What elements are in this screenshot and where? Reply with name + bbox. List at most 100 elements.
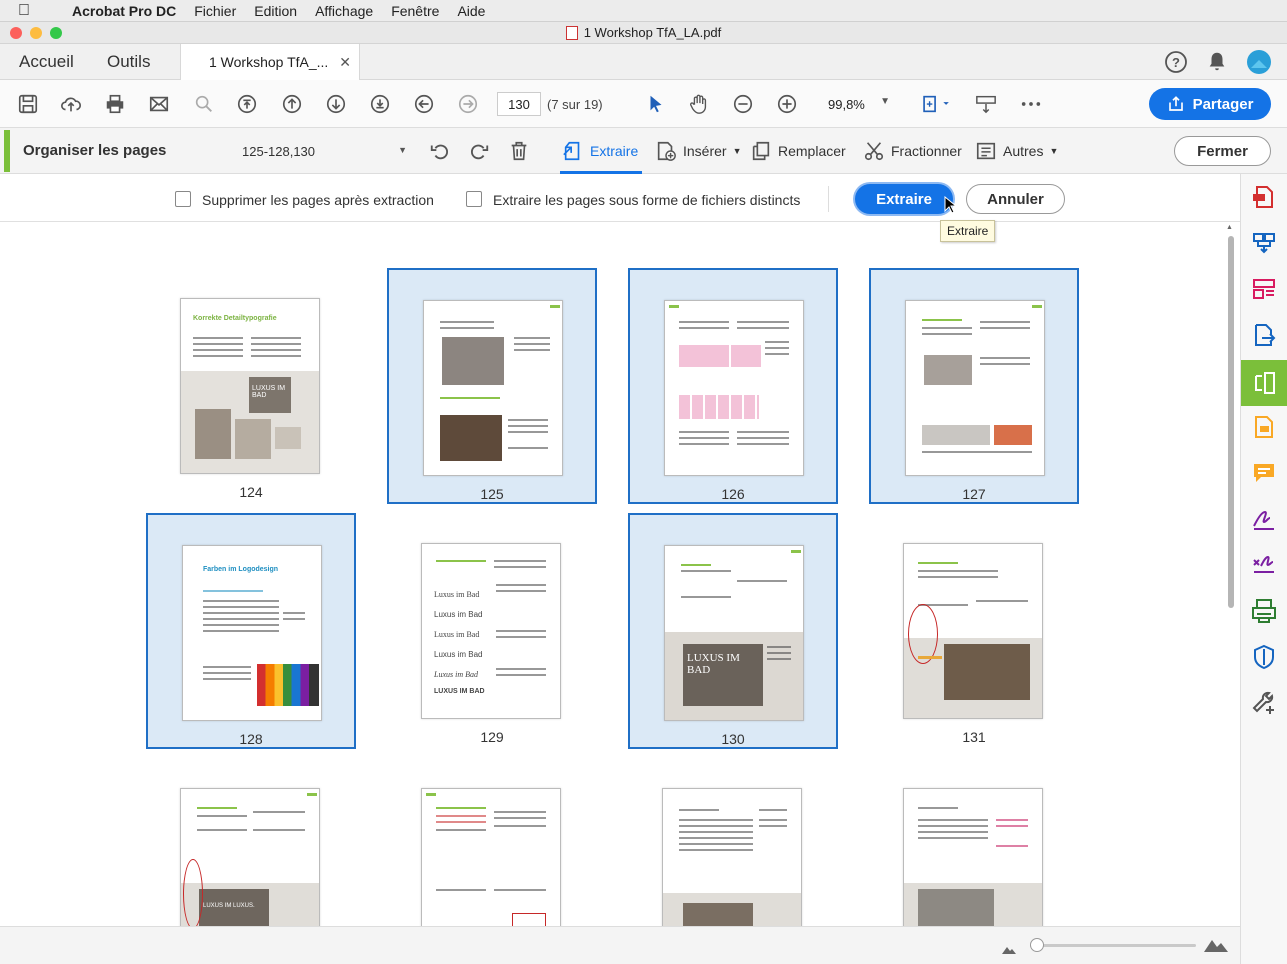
thumb-image: LUXUS IM BAD	[249, 377, 291, 413]
edit-pdf-icon[interactable]	[1251, 276, 1277, 302]
last-page-icon[interactable]	[368, 92, 392, 116]
forward-view-icon[interactable]	[456, 92, 480, 116]
back-view-icon[interactable]	[412, 92, 436, 116]
page-thumbnail[interactable]: 131	[869, 513, 1079, 749]
comment-file-icon[interactable]	[1251, 414, 1277, 440]
extract-tool-button[interactable]: Extraire	[562, 140, 638, 162]
page-preview: LUXUS IM LUXUS.	[180, 788, 320, 926]
thumbnail-size-slider[interactable]	[1030, 944, 1196, 947]
window-controls	[10, 27, 62, 39]
insert-tool-label: Insérer	[683, 143, 727, 159]
fill-sign-icon[interactable]	[1251, 506, 1277, 532]
rotate-left-icon[interactable]	[429, 140, 451, 162]
page-number-label: 126	[721, 486, 745, 502]
send-for-signature-icon[interactable]	[1251, 552, 1277, 578]
menu-app[interactable]: Acrobat Pro DC	[72, 3, 176, 19]
help-icon[interactable]: ?	[1164, 50, 1188, 74]
save-icon[interactable]	[16, 92, 40, 116]
replace-tool-button[interactable]: Remplacer	[750, 140, 846, 162]
cancel-button[interactable]: Annuler	[966, 184, 1065, 214]
more-tools-icon[interactable]	[1019, 92, 1043, 116]
page-number-input[interactable]: 130	[497, 92, 541, 116]
zoom-select[interactable]: 99,8% ▼	[818, 92, 896, 116]
scroll-up-icon[interactable]: ▲	[1226, 224, 1236, 232]
hand-tool-icon[interactable]	[687, 92, 711, 116]
extract-icon	[563, 141, 580, 161]
organize-pages-icon[interactable]	[1241, 360, 1287, 406]
upload-cloud-icon[interactable]	[59, 92, 83, 116]
scan-ocr-icon[interactable]	[1251, 598, 1277, 624]
page-thumbnail[interactable]: LUXUS IM LUXUS.	[146, 758, 356, 926]
zoom-in-icon[interactable]	[775, 92, 799, 116]
delete-page-icon[interactable]	[508, 140, 530, 162]
extract-button[interactable]: Extraire	[855, 184, 953, 214]
page-thumbnail[interactable]: 127	[869, 268, 1079, 504]
combine-files-icon[interactable]	[1251, 230, 1277, 256]
menu-edition[interactable]: Edition	[254, 3, 297, 19]
slider-knob[interactable]	[1030, 938, 1044, 952]
zoom-window-button[interactable]	[50, 27, 62, 39]
share-button[interactable]: Partager	[1149, 88, 1271, 120]
small-mountain-icon[interactable]	[1002, 941, 1016, 959]
first-page-icon[interactable]	[235, 92, 259, 116]
thumb-text: Luxus im Bad	[434, 650, 483, 659]
protect-shield-icon[interactable]	[1251, 644, 1277, 670]
split-tool-button[interactable]: Fractionner	[863, 140, 962, 162]
email-icon[interactable]	[147, 92, 171, 116]
export-pdf-icon[interactable]	[1251, 322, 1277, 348]
minimize-window-button[interactable]	[30, 27, 42, 39]
print-icon[interactable]	[103, 92, 127, 116]
separate-files-checkbox[interactable]	[466, 191, 482, 207]
delete-after-extract-label: Supprimer les pages après extraction	[202, 192, 434, 208]
menu-affichage[interactable]: Affichage	[315, 3, 373, 19]
page-preview	[903, 788, 1043, 926]
tab-home[interactable]: Accueil	[19, 52, 74, 72]
page-preview: Luxus im Bad Luxus im Bad Luxus im Bad L…	[421, 543, 561, 719]
user-avatar[interactable]	[1247, 50, 1271, 74]
scrollbar-thumb[interactable]	[1228, 236, 1234, 608]
select-tool-icon[interactable]	[644, 92, 668, 116]
create-pdf-icon[interactable]	[1251, 184, 1277, 210]
tab-document[interactable]: 1 Workshop TfA_... ✕	[180, 44, 360, 80]
chevron-down-icon: ▼	[732, 146, 742, 156]
page-thumbnail[interactable]: Korrekte Detailtypografie LUXUS IM BAD 1…	[146, 268, 356, 504]
thumb-text: Luxus im Bad	[434, 610, 483, 619]
close-tab-icon[interactable]: ✕	[339, 54, 351, 71]
previous-page-icon[interactable]	[280, 92, 304, 116]
search-icon[interactable]	[192, 92, 216, 116]
page-thumbnail[interactable]	[387, 758, 597, 926]
menu-fenetre[interactable]: Fenêtre	[391, 3, 439, 19]
page-thumbnail[interactable]	[628, 758, 838, 926]
menu-aide[interactable]: Aide	[457, 3, 485, 19]
large-mountain-icon[interactable]	[1204, 936, 1228, 957]
page-thumbnail[interactable]: Farben im Logodesign 128	[146, 513, 356, 749]
delete-after-extract-checkbox[interactable]	[175, 191, 191, 207]
next-page-icon[interactable]	[324, 92, 348, 116]
close-window-button[interactable]	[10, 27, 22, 39]
page-range-select[interactable]: 125-128,130 ▼	[235, 138, 413, 164]
insert-tool-button[interactable]: Insérer ▼	[655, 140, 742, 162]
zoom-out-icon[interactable]	[731, 92, 755, 116]
tab-tools[interactable]: Outils	[107, 52, 150, 72]
comment-icon[interactable]	[1251, 460, 1277, 486]
notifications-icon[interactable]	[1206, 50, 1228, 72]
separate-files-label: Extraire les pages sous forme de fichier…	[493, 192, 801, 208]
rotate-right-icon[interactable]	[468, 140, 490, 162]
menubar:  Acrobat Pro DC Fichier Edition Afficha…	[0, 0, 1287, 22]
page-thumbnail[interactable]: 125	[387, 268, 597, 504]
page-fit-icon[interactable]	[920, 92, 952, 116]
scroll-mode-icon[interactable]	[974, 92, 998, 116]
close-tool-button[interactable]: Fermer	[1174, 136, 1271, 166]
page-thumbnail[interactable]: LUXUS IM BAD 130	[628, 513, 838, 749]
page-thumbnail[interactable]	[869, 758, 1079, 926]
share-label: Partager	[1192, 95, 1254, 113]
chevron-down-icon: ▼	[1049, 146, 1059, 156]
page-thumbnail[interactable]: 126	[628, 268, 838, 504]
vertical-scrollbar[interactable]: ▲	[1226, 224, 1236, 926]
apple-icon[interactable]: 	[18, 2, 40, 20]
page-thumbnail[interactable]: Luxus im Bad Luxus im Bad Luxus im Bad L…	[387, 513, 597, 749]
more-options-button[interactable]: Autres ▼	[975, 140, 1058, 162]
menu-fichier[interactable]: Fichier	[194, 3, 236, 19]
thumb-text: Luxus im Bad	[434, 630, 480, 639]
more-tools-wrench-icon[interactable]	[1251, 690, 1277, 716]
